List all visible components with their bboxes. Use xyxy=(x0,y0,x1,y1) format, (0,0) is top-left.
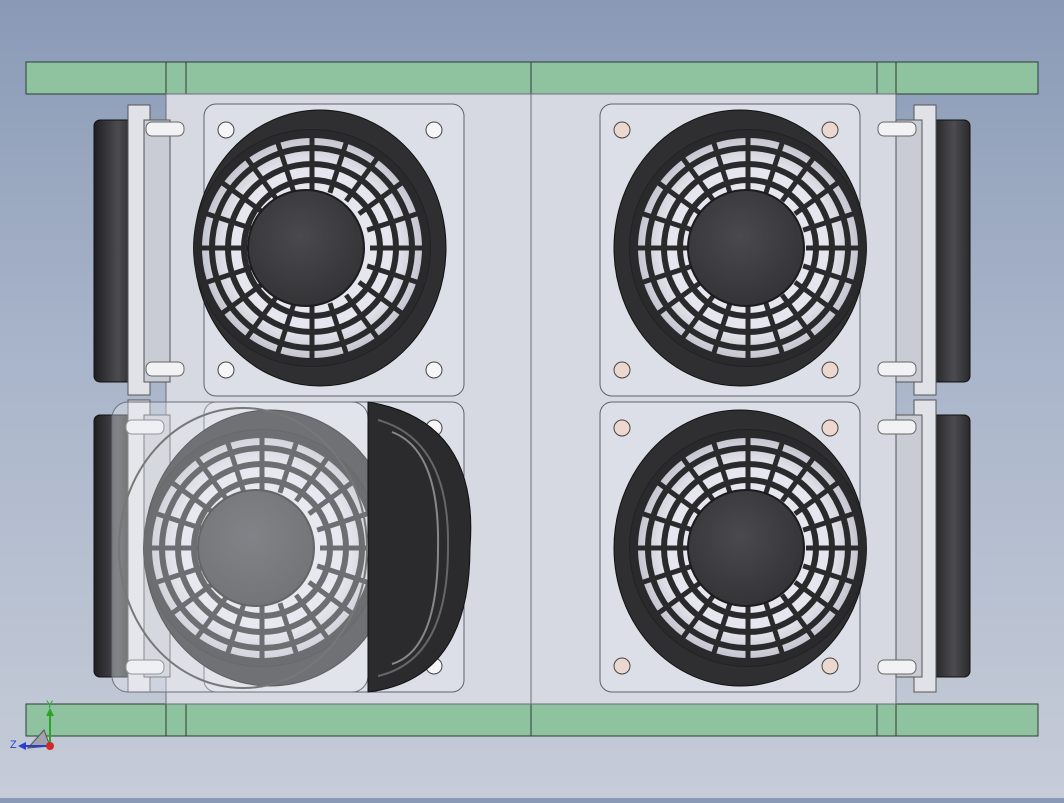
tilted-fan-housing xyxy=(111,401,472,693)
screw-icon xyxy=(613,121,631,139)
screw-icon xyxy=(613,657,631,675)
screw-icon xyxy=(821,657,839,675)
cad-viewport[interactable]: Y Z xyxy=(0,0,1064,798)
screw-icon xyxy=(425,361,443,379)
bottom-rail xyxy=(25,703,1039,737)
fan-bottom-right xyxy=(599,401,867,693)
cad-model-canvas: Y Z xyxy=(10,61,1039,751)
screw-icon xyxy=(821,121,839,139)
triad-x-axis xyxy=(46,742,54,750)
screw-icon xyxy=(217,121,235,139)
fan-hub xyxy=(687,489,805,607)
fan-hub xyxy=(687,189,805,307)
triad-y-label: Y xyxy=(46,699,54,711)
fan-hub xyxy=(247,189,365,307)
side-fan-left-top xyxy=(93,104,185,396)
screw-icon xyxy=(821,361,839,379)
screw-icon xyxy=(821,419,839,437)
screw-icon xyxy=(217,361,235,379)
screw-icon xyxy=(425,121,443,139)
fan-top-right xyxy=(599,103,867,397)
screw-icon xyxy=(613,361,631,379)
fan-top-left xyxy=(193,103,465,397)
screw-icon xyxy=(613,419,631,437)
triad-z-label: Z xyxy=(10,739,17,751)
top-rail xyxy=(25,61,1039,95)
